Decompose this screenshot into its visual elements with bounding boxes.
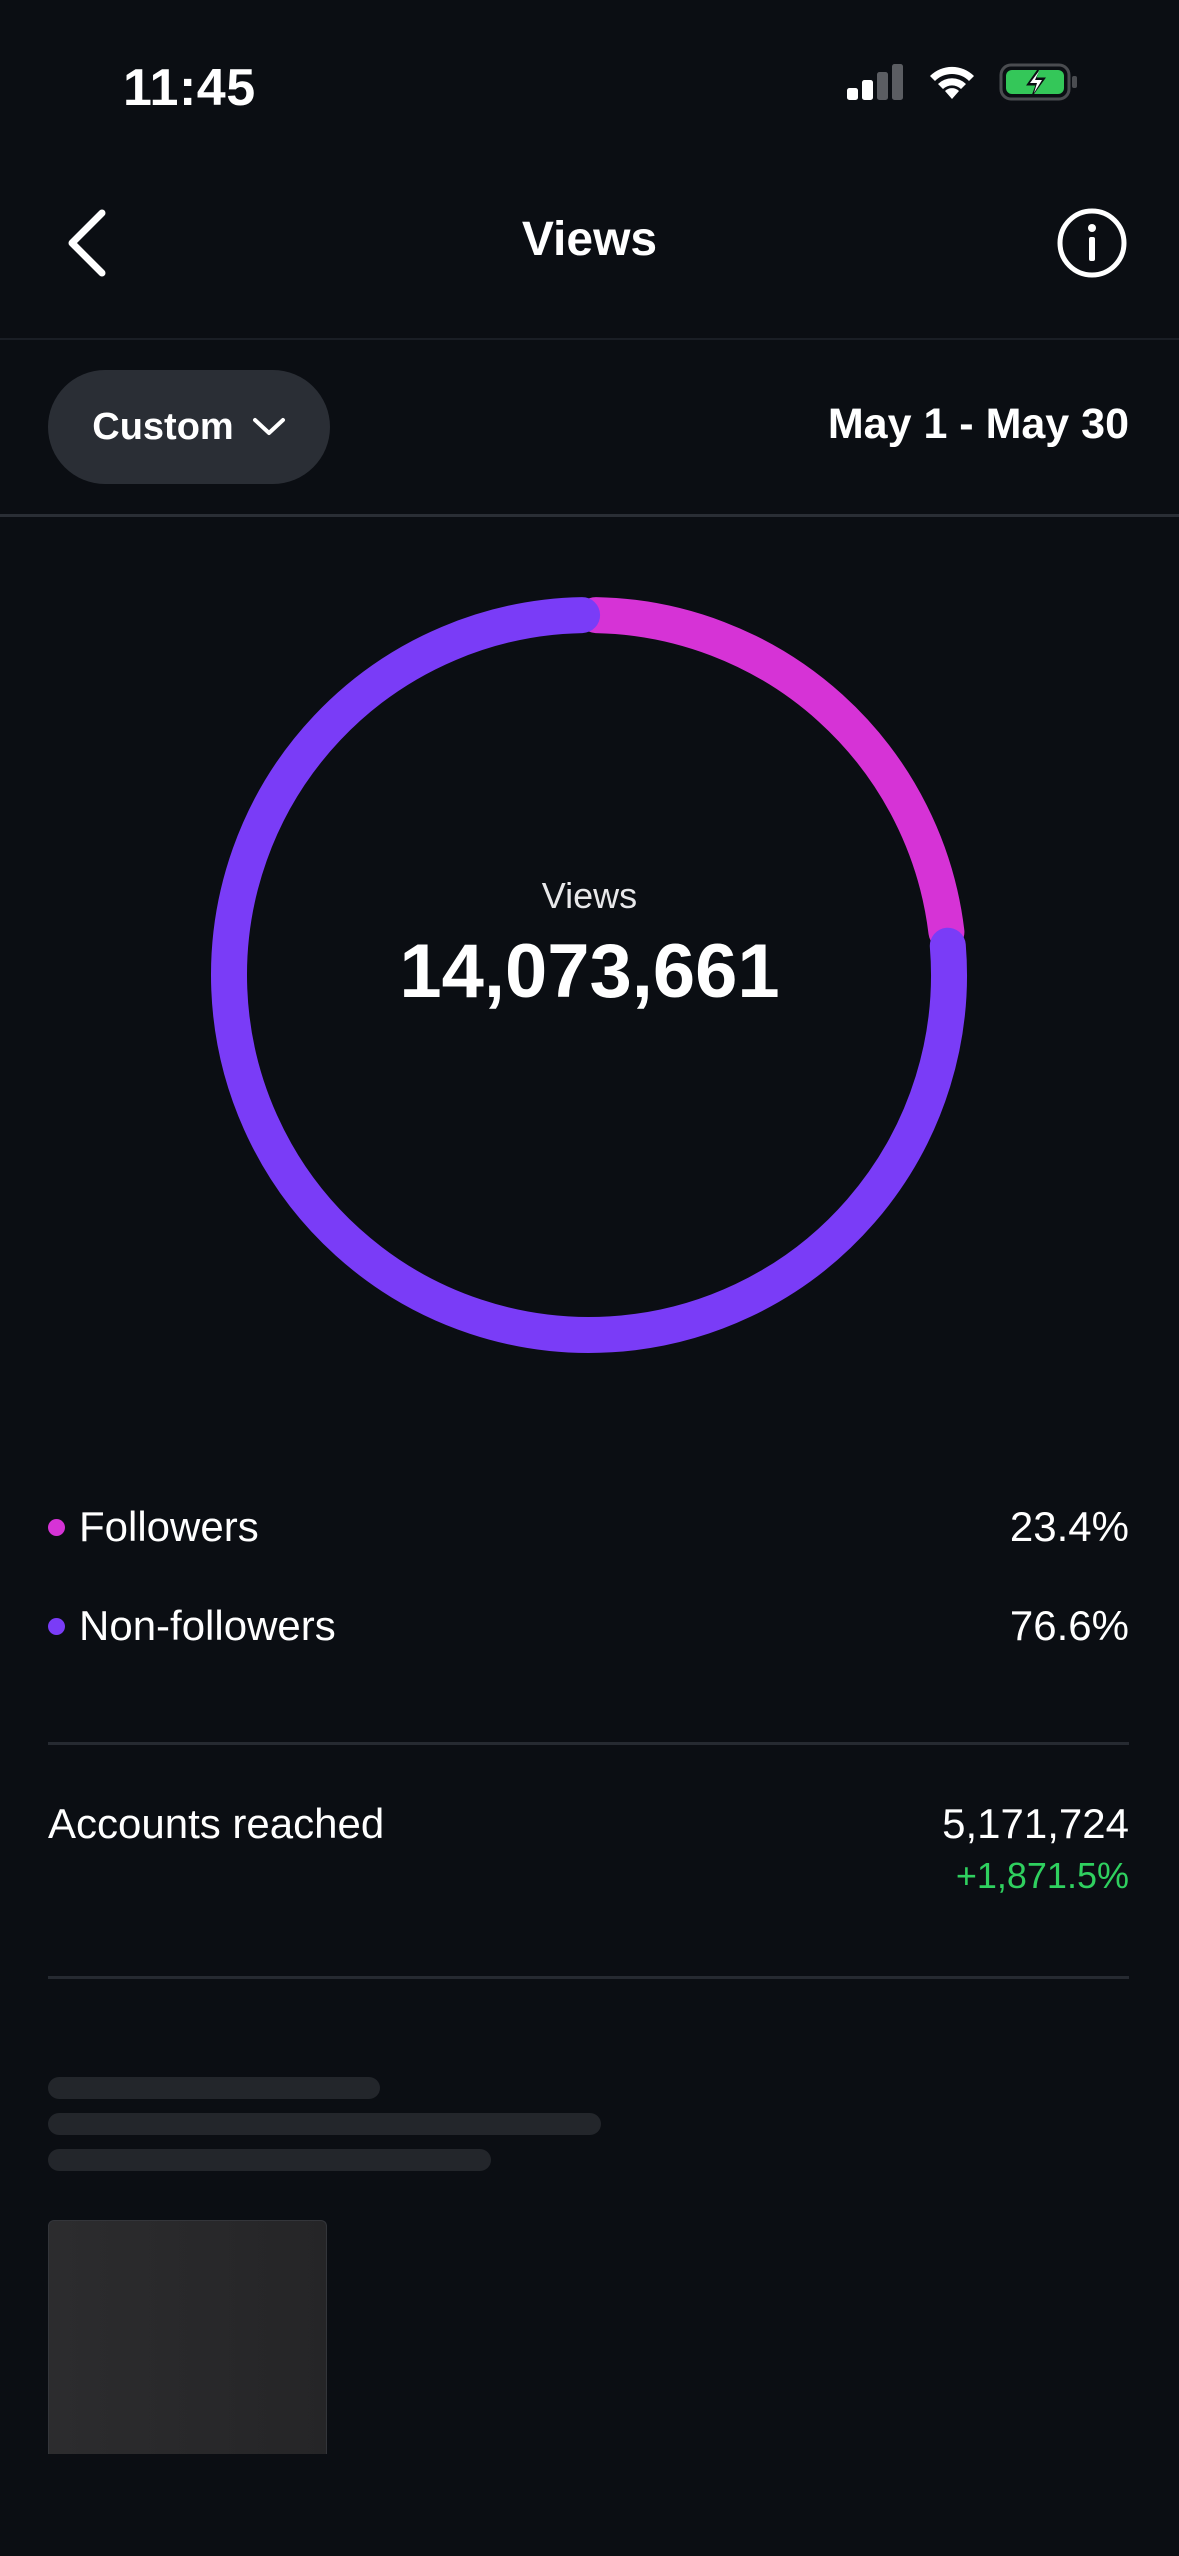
insights-views-screen: 11:45 Views Custom May 1 - May 30 Views … xyxy=(0,0,1179,2556)
non-followers-dot-icon xyxy=(48,1617,65,1635)
legend-label: Followers xyxy=(79,1503,259,1550)
donut-center-label: Views xyxy=(541,875,638,916)
skeleton-line xyxy=(48,2077,380,2099)
views-donut-chart xyxy=(211,597,967,1353)
accounts-reached-value: 5,171,724 xyxy=(942,1800,1129,1847)
accounts-reached-change: +1,871.5% xyxy=(955,1855,1129,1896)
legend-value: 23.4% xyxy=(1009,1503,1129,1550)
skeleton-line xyxy=(48,2113,601,2135)
section-divider xyxy=(48,1742,1129,1745)
accounts-reached-label: Accounts reached xyxy=(48,1800,385,1847)
section-divider xyxy=(48,1976,1129,1979)
donut-center-value: 14,073,661 xyxy=(399,929,780,1014)
followers-dot-icon xyxy=(48,1518,65,1536)
skeleton-thumbnail xyxy=(48,2220,327,2454)
legend-label: Non-followers xyxy=(79,1602,336,1649)
legend-value: 76.6% xyxy=(1009,1602,1129,1649)
legend-item-non-followers: Non-followers 76.6% xyxy=(48,1602,1129,1650)
skeleton-line xyxy=(48,2149,491,2171)
legend-item-followers: Followers 23.4% xyxy=(48,1503,1129,1551)
